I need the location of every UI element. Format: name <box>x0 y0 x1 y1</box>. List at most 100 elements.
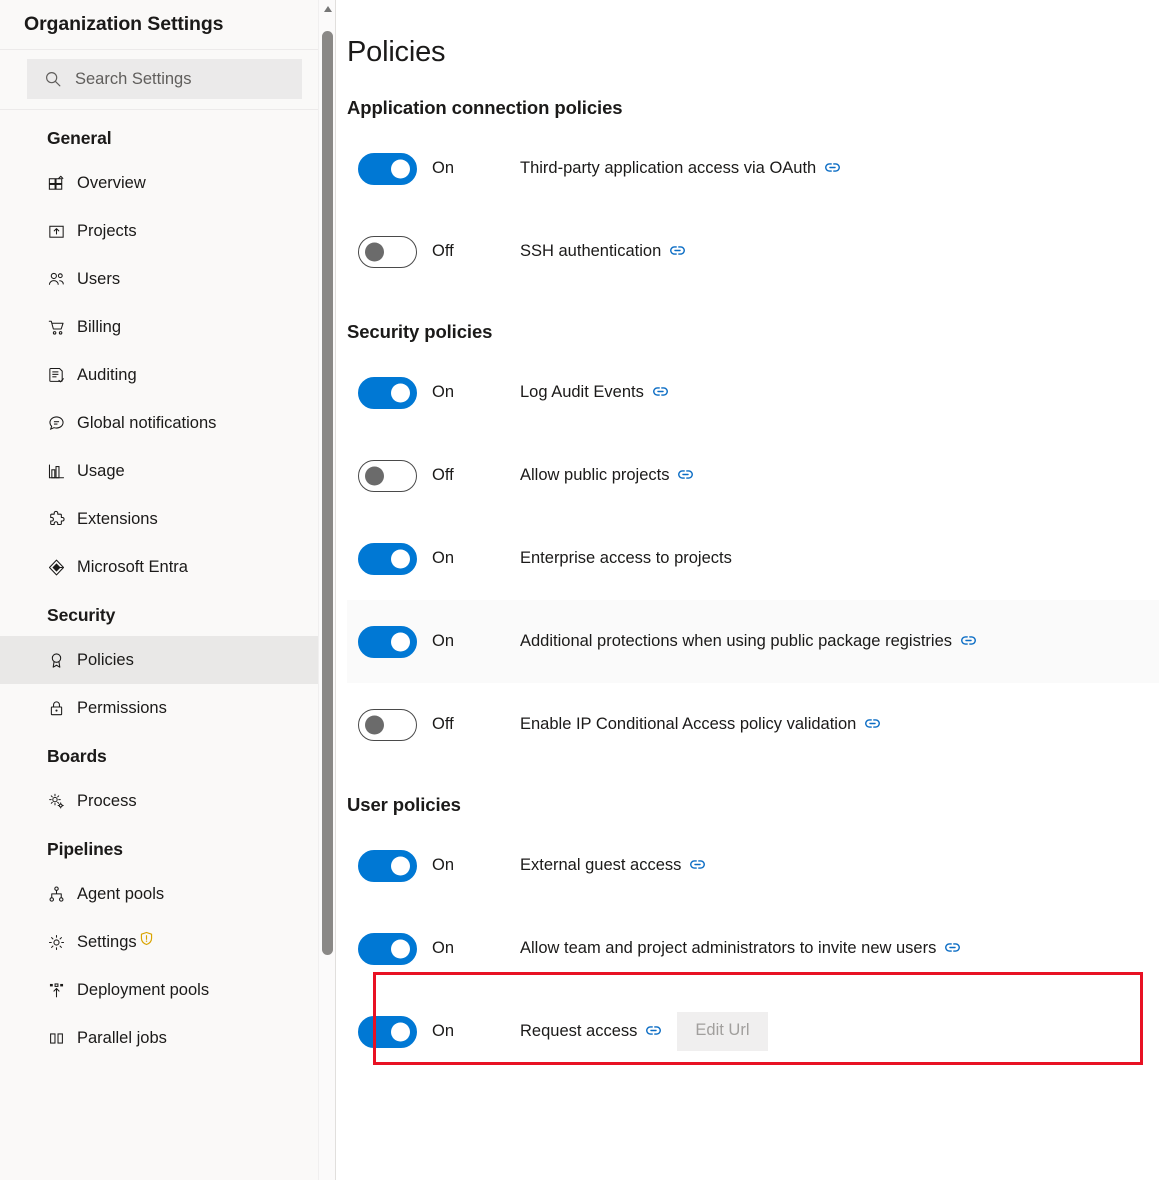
sidebar-item-parallel-jobs[interactable]: Parallel jobs <box>0 1014 335 1062</box>
sidebar-item-billing[interactable]: Billing <box>0 303 335 351</box>
search-section <box>0 50 335 110</box>
sidebar-item-label: Agent pools <box>77 884 165 903</box>
policy-help-link-icon[interactable] <box>690 857 706 872</box>
policy-toggle[interactable] <box>358 1015 417 1048</box>
toggle-knob <box>391 383 410 402</box>
policy-toggle-state: Off <box>432 466 454 484</box>
policy-help-link-icon[interactable] <box>670 243 686 258</box>
sidebar-scrollbar-thumb[interactable] <box>322 31 333 955</box>
sidebar-item-label: Usage <box>77 461 125 480</box>
toggle-knob <box>391 632 410 651</box>
policy-label: Allow team and project administrators to… <box>520 939 937 957</box>
policy-toggle[interactable] <box>358 376 417 409</box>
sidebar-item-auditing[interactable]: Auditing <box>0 351 335 399</box>
policy-toggle[interactable] <box>358 849 417 882</box>
sidebar-item-deployment-pools[interactable]: Deployment pools <box>0 966 335 1014</box>
sidebar-item-agent-pools[interactable]: Agent pools <box>0 870 335 918</box>
sidebar-nav: General Overview Projects Users Billing Audit… <box>0 110 335 1062</box>
sidebar-item-extensions[interactable]: Extensions <box>0 495 335 543</box>
search-box[interactable] <box>27 59 302 99</box>
main-content: Policies Application connection policies… <box>336 0 1159 1180</box>
shield-warning-icon <box>139 931 154 946</box>
sidebar-group-title-security: Security <box>47 605 116 625</box>
policy-row: On Third-party application access via OAu… <box>347 127 1159 210</box>
sidebar-header: Organization Settings <box>0 0 335 50</box>
policy-toggle[interactable] <box>358 625 417 658</box>
sidebar-item-label: Permissions <box>77 698 167 717</box>
policy-row: On Log Audit Events <box>347 351 1159 434</box>
policy-section: User policies On External guest access On Al… <box>347 794 1159 1073</box>
sidebar-item-label: Settings <box>77 932 137 951</box>
parallel-jobs-icon <box>47 1029 66 1048</box>
extensions-puzzle-icon <box>47 510 66 529</box>
sidebar-item-projects[interactable]: Projects <box>0 207 335 255</box>
policy-label: Additional protections when using public… <box>520 632 953 650</box>
notifications-icon <box>47 414 66 433</box>
sidebar-scrollbar-track[interactable] <box>318 0 335 1180</box>
sidebar-item-label: Users <box>77 269 121 288</box>
sidebar-item-label: Auditing <box>77 365 137 384</box>
policy-help-link-icon[interactable] <box>652 384 668 399</box>
sidebar-item-label: Process <box>77 791 137 810</box>
policy-label-wrap: Log Audit Events <box>520 383 668 402</box>
policy-label: Third-party application access via OAuth <box>520 159 817 177</box>
sidebar-item-label: Overview <box>77 173 146 192</box>
policy-label: SSH authentication <box>520 242 662 260</box>
sidebar-group-title-pipelines: Pipelines <box>47 839 123 859</box>
policy-label: Enterprise access to projects <box>520 549 732 567</box>
policy-label-wrap: Third-party application access via OAuth <box>520 159 841 178</box>
policy-help-link-icon[interactable] <box>945 940 961 955</box>
toggle-knob <box>391 159 410 178</box>
policy-section-title: Security policies <box>347 321 493 342</box>
policy-label-wrap: Enterprise access to projects <box>520 549 732 568</box>
agent-pools-icon <box>47 885 66 904</box>
policy-help-link-icon[interactable] <box>865 716 881 731</box>
sidebar-item-settings[interactable]: Settings <box>0 918 335 966</box>
policy-toggle[interactable] <box>358 235 417 268</box>
page-title: Policies <box>347 36 446 68</box>
search-input[interactable] <box>75 69 275 89</box>
toggle-knob <box>365 466 384 485</box>
sidebar-item-users[interactable]: Users <box>0 255 335 303</box>
billing-cart-icon <box>47 318 66 337</box>
toggle-knob <box>391 939 410 958</box>
sidebar-item-global-notifications[interactable]: Global notifications <box>0 399 335 447</box>
policy-toggle-state: Off <box>432 715 454 733</box>
policy-help-link-icon[interactable] <box>825 160 841 175</box>
policy-help-link-icon[interactable] <box>961 633 976 648</box>
policy-toggle[interactable] <box>358 932 417 965</box>
policy-toggle-state: On <box>432 549 455 567</box>
sidebar-item-label: Deployment pools <box>77 980 210 999</box>
sidebar-item-usage[interactable]: Usage <box>0 447 335 495</box>
policy-help-link-icon[interactable] <box>646 1023 662 1038</box>
policy-toggle[interactable] <box>358 542 417 575</box>
policy-row: Off Allow public projects <box>347 434 1159 517</box>
sidebar-item-overview[interactable]: Overview <box>0 159 335 207</box>
policy-label-wrap: External guest access <box>520 856 706 875</box>
toggle-knob <box>365 242 384 261</box>
policy-toggle[interactable] <box>358 152 417 185</box>
policy-label: Allow public projects <box>520 466 670 484</box>
policy-toggle-state: On <box>432 1022 455 1040</box>
sidebar-item-permissions[interactable]: Permissions <box>0 684 335 732</box>
policy-row: On External guest access <box>347 824 1159 907</box>
sidebar-title: Organization Settings <box>24 13 224 35</box>
users-icon <box>47 270 66 289</box>
policy-label: External guest access <box>520 856 682 874</box>
sidebar-item-microsoft-entra[interactable]: Microsoft Entra <box>0 543 335 591</box>
policy-toggle-state: On <box>432 383 455 401</box>
policy-toggle-state: On <box>432 856 455 874</box>
policy-label: Request access <box>520 1022 638 1040</box>
policy-help-link-icon[interactable] <box>678 467 694 482</box>
sidebar-item-process[interactable]: Process <box>0 777 335 825</box>
overview-icon <box>47 174 66 193</box>
scroll-up-arrow-icon[interactable] <box>319 0 335 17</box>
process-gears-icon <box>47 792 66 811</box>
policy-label-wrap: SSH authentication <box>520 242 686 261</box>
sidebar-item-policies[interactable]: Policies <box>0 636 335 684</box>
policy-toggle[interactable] <box>358 708 417 741</box>
policy-row: On Request access Edit Url <box>347 990 1159 1073</box>
toggle-knob <box>391 1022 410 1041</box>
policy-toggle[interactable] <box>358 459 417 492</box>
edit-url-button[interactable]: Edit Url <box>677 1012 768 1051</box>
